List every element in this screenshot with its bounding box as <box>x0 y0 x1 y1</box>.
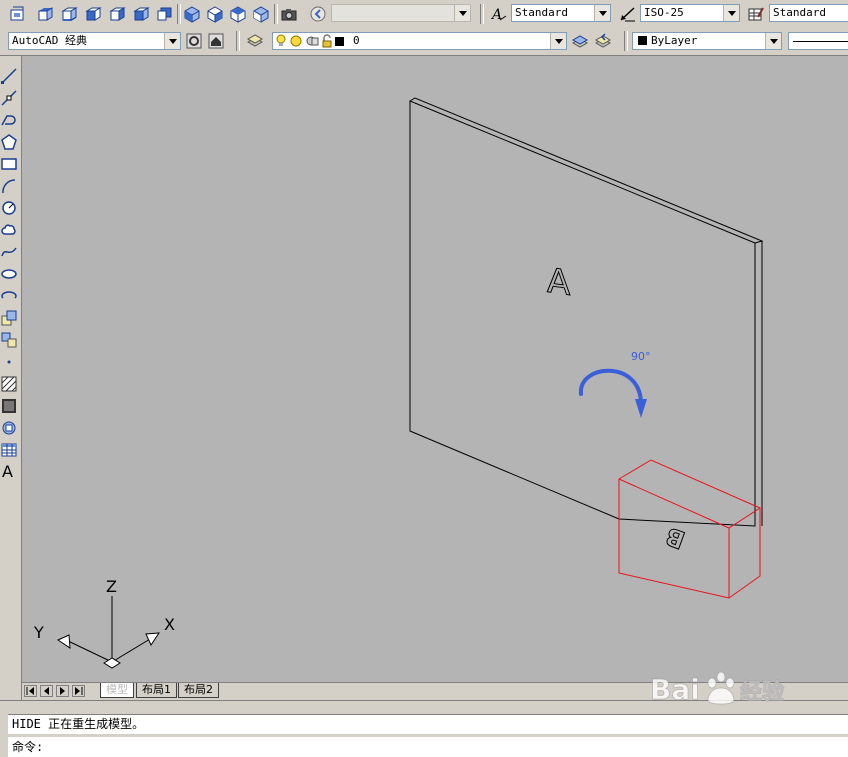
make-block-icon[interactable] <box>1 332 17 348</box>
tab-model[interactable]: 模型 <box>100 683 134 698</box>
text-style-icon[interactable]: A <box>490 5 508 23</box>
table-style-icon[interactable] <box>747 5 765 23</box>
polyline-icon[interactable] <box>1 112 17 128</box>
layer-freeze-icon[interactable] <box>289 34 303 49</box>
gradient-icon[interactable] <box>1 398 17 414</box>
panel-a-label: A <box>547 261 571 304</box>
model-space-canvas: A 90° B Z Y X <box>33 97 764 669</box>
svg-text:Bai: Bai <box>650 673 700 706</box>
view-top-icon[interactable] <box>36 5 54 23</box>
rotation-angle-label: 90° <box>631 350 651 363</box>
workspace-settings-icon[interactable] <box>185 32 203 50</box>
dim-style-icon[interactable] <box>619 5 637 23</box>
view-back-icon[interactable] <box>155 5 173 23</box>
linetype-dropdown[interactable] <box>788 32 848 50</box>
layer-previous-icon[interactable] <box>594 32 612 50</box>
iso-sw-icon[interactable] <box>183 5 201 23</box>
toolbar-separator <box>624 31 628 51</box>
dim-style-dropdown[interactable]: ISO-25 <box>640 4 740 22</box>
hatch-icon[interactable] <box>1 376 17 392</box>
polygon-icon[interactable] <box>1 134 17 150</box>
tab-layout1[interactable]: 布局1 <box>136 683 177 698</box>
ucs-y-label: Y <box>33 623 44 642</box>
ucs-manager-icon[interactable] <box>9 5 27 23</box>
circle-icon[interactable] <box>1 200 17 216</box>
text-style-value: Standard <box>515 6 568 19</box>
svg-text:经验: 经验 <box>740 679 784 705</box>
rectangle-icon[interactable] <box>1 156 17 172</box>
next-tab-button[interactable] <box>56 685 69 697</box>
toolbar-separator <box>480 4 484 24</box>
layer-color-swatch <box>335 37 344 46</box>
workspace-home-icon[interactable] <box>207 32 225 50</box>
layer-on-icon[interactable] <box>275 34 287 49</box>
insert-block-icon[interactable] <box>1 310 17 326</box>
layer-name: 0 <box>353 34 360 47</box>
color-value: ByLayer <box>651 34 698 47</box>
draw-toolbar: A <box>0 56 22 701</box>
box-b[interactable] <box>617 459 762 599</box>
layer-lock-icon[interactable] <box>321 34 333 49</box>
make-layer-current-icon[interactable] <box>571 32 589 50</box>
iso-se-icon[interactable] <box>206 5 224 23</box>
linetype-preview <box>793 41 848 42</box>
previous-tab-button[interactable] <box>40 685 53 697</box>
view-left-icon[interactable] <box>84 5 102 23</box>
watermark-url: jingyan.baidu.com <box>650 718 761 731</box>
ucs-z-label: Z <box>106 577 117 596</box>
table-icon[interactable] <box>1 442 17 458</box>
color-swatch <box>638 36 647 45</box>
revision-cloud-icon[interactable] <box>1 222 17 238</box>
standard-toolbar: A Standard ISO-25 Standard <box>0 0 848 29</box>
command-input[interactable]: 命令: <box>8 737 848 757</box>
ellipse-icon[interactable] <box>1 266 17 282</box>
layer-viewport-freeze-icon[interactable] <box>305 34 319 49</box>
ellipse-arc-icon[interactable] <box>1 288 17 304</box>
line-icon[interactable] <box>1 68 17 84</box>
command-prompt-label: 命令: <box>12 740 44 754</box>
arc-icon[interactable] <box>1 178 17 194</box>
workspace-dropdown[interactable]: AutoCAD 经典 <box>8 32 181 50</box>
region-icon[interactable] <box>1 420 17 436</box>
color-dropdown[interactable]: ByLayer <box>632 32 782 50</box>
table-style-dropdown[interactable]: Standard <box>769 4 848 22</box>
workspace-value: AutoCAD 经典 <box>12 34 87 47</box>
panel-a[interactable] <box>409 97 764 527</box>
view-bottom-icon[interactable] <box>60 5 78 23</box>
mtext-icon[interactable]: A <box>2 464 13 480</box>
table-style-value: Standard <box>773 6 826 19</box>
first-tab-button[interactable] <box>24 685 37 697</box>
toolbar-separator <box>236 31 240 51</box>
baidu-jingyan-watermark-logo: Bai 经验 <box>650 671 784 706</box>
iso-ne-icon[interactable] <box>229 5 247 23</box>
previous-view-icon[interactable] <box>309 5 327 23</box>
iso-nw-icon[interactable] <box>252 5 270 23</box>
layers-toolbar: AutoCAD 经典 0 ByLayer <box>0 28 848 56</box>
construction-line-icon[interactable] <box>1 90 17 106</box>
drawing-area[interactable]: A 90° B Z Y X <box>22 56 848 682</box>
ucs-x-label: X <box>164 615 175 634</box>
camera-icon[interactable] <box>280 5 298 23</box>
last-tab-button[interactable] <box>72 685 85 697</box>
toolbar-separator <box>177 4 181 24</box>
point-icon[interactable] <box>1 354 17 370</box>
svg-text:A: A <box>490 7 502 23</box>
layer-dropdown[interactable]: 0 <box>272 32 567 50</box>
dim-style-value: ISO-25 <box>644 6 684 19</box>
layer-manager-icon[interactable] <box>246 32 264 50</box>
rotation-arrow <box>578 368 647 418</box>
view-front-icon[interactable] <box>132 5 150 23</box>
named-view-dropdown[interactable] <box>331 4 471 22</box>
view-right-icon[interactable] <box>108 5 126 23</box>
box-b-label: B <box>662 521 689 554</box>
ucs-icon <box>56 596 160 669</box>
toolbar-separator <box>274 4 278 24</box>
text-style-dropdown[interactable]: Standard <box>511 4 611 22</box>
spline-icon[interactable] <box>1 244 17 260</box>
tab-layout2[interactable]: 布局2 <box>178 683 219 698</box>
